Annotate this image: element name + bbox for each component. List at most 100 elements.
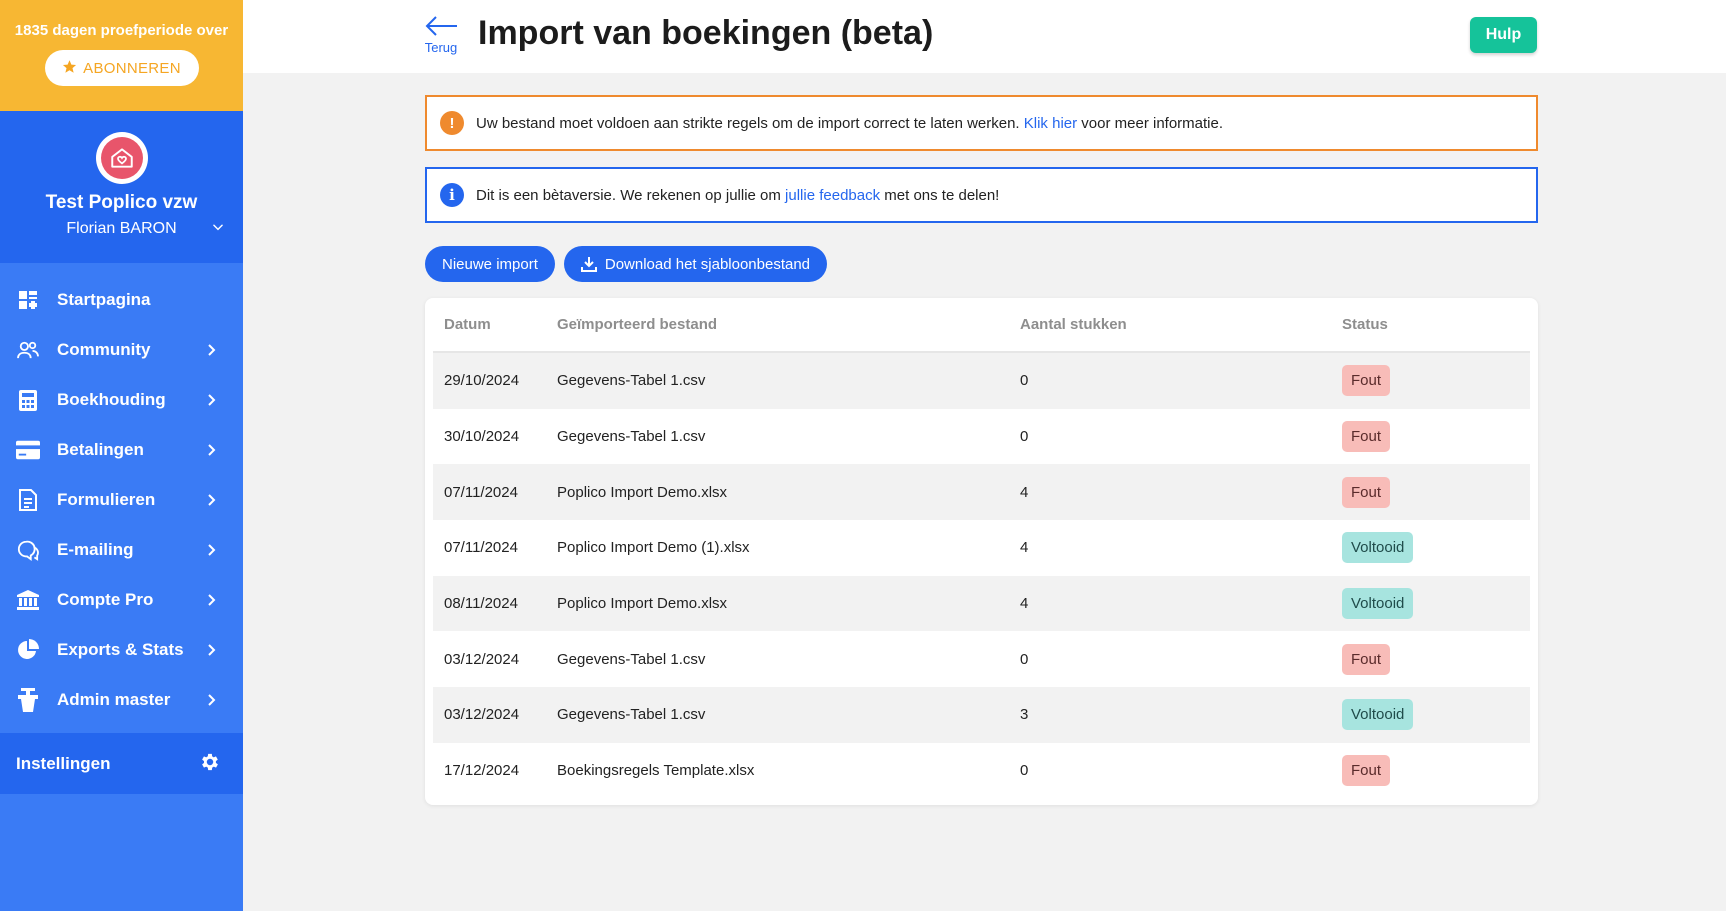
sidebar-item-label: Compte Pro	[57, 590, 154, 609]
cell-count: 0	[1020, 372, 1029, 390]
cell-date: 07/11/2024	[444, 539, 518, 557]
sidebar: 1835 dagen proefperiode over ABONNEREN T…	[0, 0, 243, 911]
download-template-button[interactable]: Download het sjabloonbestand	[563, 246, 828, 282]
warning-icon: !	[440, 111, 464, 135]
sidebar-item-admin-master[interactable]: Admin master	[0, 675, 243, 725]
cell-file: Gegevens-Tabel 1.csv	[557, 372, 706, 390]
help-button[interactable]: Hulp	[1470, 17, 1537, 53]
org-name: Test Poplico vzw	[45, 192, 198, 213]
settings-label: Instellingen	[16, 753, 111, 773]
sidebar-nav: Startpagina Community Boekhouding Betali…	[0, 263, 243, 725]
subscribe-label: ABONNEREN	[83, 59, 181, 77]
chevron-right-icon	[207, 542, 217, 562]
dashboard-icon	[16, 288, 40, 312]
page-header: Terug Import van boekingen (beta) Hulp	[243, 0, 1726, 73]
cell-date: 29/10/2024	[444, 372, 520, 390]
sidebar-item-betalingen[interactable]: Betalingen	[0, 425, 243, 475]
user-name: Florian BARON	[66, 220, 177, 237]
sidebar-item-compte-pro[interactable]: Compte Pro	[0, 575, 243, 625]
cell-file: Poplico Import Demo.xlsx	[557, 483, 728, 501]
chevron-right-icon	[207, 442, 217, 462]
cell-count: 0	[1020, 428, 1029, 446]
chevron-right-icon	[207, 492, 217, 512]
table-header: Datum Geïmporteerd bestand Aantal stukke…	[433, 298, 1530, 353]
cell-file: Poplico Import Demo.xlsx	[557, 595, 728, 613]
download-template-label: Download het sjabloonbestand	[604, 255, 811, 273]
sidebar-item-label: Boekhouding	[57, 390, 166, 409]
new-import-button[interactable]: Nieuwe import	[425, 246, 555, 282]
chevron-right-icon	[207, 592, 217, 612]
gear-icon[interactable]	[199, 751, 221, 778]
chevron-down-icon[interactable]	[211, 220, 225, 239]
sidebar-item-community[interactable]: Community	[0, 325, 243, 375]
status-badge: Voltooid	[1342, 588, 1414, 620]
cell-count: 4	[1020, 483, 1029, 501]
chevron-right-icon	[207, 392, 217, 412]
table-row[interactable]: 03/12/2024 Gegevens-Tabel 1.csv 3 Voltoo…	[433, 687, 1530, 743]
more-info-link[interactable]: Klik hier	[1024, 115, 1077, 132]
cell-date: 03/12/2024	[444, 706, 520, 724]
column-header-count: Aantal stukken	[1020, 316, 1127, 333]
page-title: Import van boekingen (beta)	[478, 14, 934, 52]
sidebar-item-settings[interactable]: Instellingen	[0, 733, 243, 794]
chevron-right-icon	[207, 642, 217, 662]
document-icon	[16, 488, 40, 512]
cell-count: 4	[1020, 595, 1029, 613]
back-button[interactable]: Terug	[424, 15, 458, 55]
admin-icon	[16, 688, 40, 712]
column-header-status: Status	[1342, 316, 1388, 333]
sidebar-item-exports-stats[interactable]: Exports & Stats	[0, 625, 243, 675]
status-badge: Fout	[1342, 643, 1391, 675]
cell-file: Boekingsregels Template.xlsx	[557, 762, 755, 780]
feedback-link[interactable]: jullie feedback	[785, 187, 880, 204]
community-icon	[16, 338, 40, 362]
table-row[interactable]: 29/10/2024 Gegevens-Tabel 1.csv 0 Fout	[433, 353, 1530, 409]
sidebar-item-label: Betalingen	[57, 440, 144, 459]
cell-count: 0	[1020, 762, 1029, 780]
cell-date: 08/11/2024	[444, 595, 518, 613]
sidebar-item-label: Community	[57, 340, 151, 359]
trial-text: 1835 dagen proefperiode over	[14, 22, 229, 39]
info-text: Dit is een bètaversie. We rekenen op jul…	[476, 186, 786, 204]
status-badge: Fout	[1342, 755, 1391, 787]
cell-file: Gegevens-Tabel 1.csv	[557, 706, 706, 724]
table-row[interactable]: 30/10/2024 Gegevens-Tabel 1.csv 0 Fout	[433, 409, 1530, 465]
action-bar: Nieuwe import Download het sjabloonbesta…	[425, 246, 828, 282]
bank-icon	[16, 588, 40, 612]
download-icon	[580, 256, 597, 272]
warning-text: Uw bestand moet voldoen aan strikte rege…	[476, 114, 1024, 132]
sidebar-item-e-mailing[interactable]: E-mailing	[0, 525, 243, 575]
cell-file: Poplico Import Demo (1).xlsx	[557, 539, 750, 557]
info-icon: i	[440, 183, 464, 207]
sidebar-item-label: Admin master	[57, 690, 171, 709]
house-heart-icon	[110, 148, 133, 168]
sidebar-item-startpagina[interactable]: Startpagina	[0, 275, 243, 325]
imports-table: Datum Geïmporteerd bestand Aantal stukke…	[425, 298, 1538, 805]
table-row[interactable]: 08/11/2024 Poplico Import Demo.xlsx 4 Vo…	[433, 575, 1530, 632]
table-row[interactable]: 03/12/2024 Gegevens-Tabel 1.csv 0 Fout	[433, 631, 1530, 687]
column-header-date: Datum	[444, 316, 491, 333]
table-row[interactable]: 07/11/2024 Poplico Import Demo (1).xlsx …	[433, 520, 1530, 576]
credit-card-icon	[16, 438, 40, 462]
sidebar-item-formulieren[interactable]: Formulieren	[0, 475, 243, 525]
cell-date: 07/11/2024	[444, 483, 518, 501]
chat-icon	[16, 538, 40, 562]
calculator-icon	[16, 388, 40, 412]
star-icon	[62, 59, 77, 78]
cell-date: 03/12/2024	[444, 650, 520, 668]
cell-date: 30/10/2024	[444, 428, 520, 446]
chevron-right-icon	[207, 342, 217, 362]
sidebar-item-boekhouding[interactable]: Boekhouding	[0, 375, 243, 425]
organization-switcher[interactable]: Test Poplico vzw Florian BARON	[0, 111, 243, 263]
chevron-right-icon	[207, 692, 217, 712]
info-text-end: met ons te delen!	[880, 186, 1000, 204]
sidebar-item-label: E-mailing	[57, 540, 134, 559]
status-badge: Voltooid	[1342, 532, 1414, 564]
warning-text-end: voor meer informatie.	[1077, 114, 1224, 132]
table-row[interactable]: 17/12/2024 Boekingsregels Template.xlsx …	[433, 743, 1530, 799]
subscribe-button[interactable]: ABONNEREN	[44, 50, 199, 86]
column-header-file: Geïmporteerd bestand	[557, 316, 718, 333]
info-alert: i Dit is een bètaversie. We rekenen op j…	[425, 167, 1538, 223]
table-row[interactable]: 07/11/2024 Poplico Import Demo.xlsx 4 Fo…	[433, 464, 1530, 521]
pie-chart-icon	[16, 638, 40, 662]
